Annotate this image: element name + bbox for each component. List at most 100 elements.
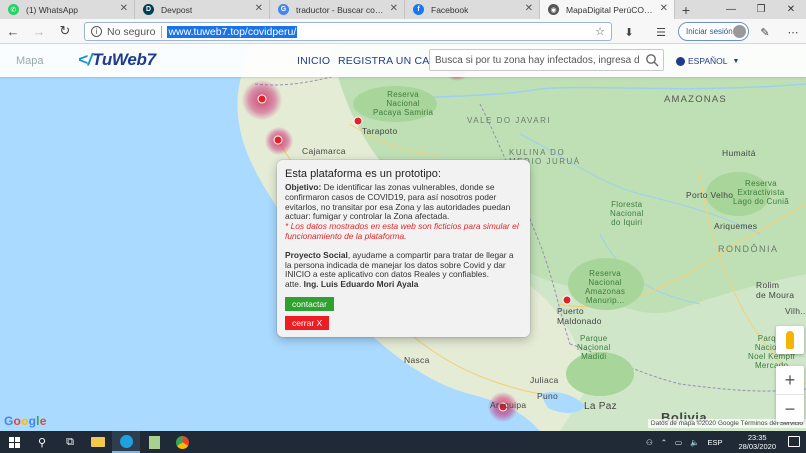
browser-toolbar: ← → ↻ i No seguro www.tuweb7.top/covidpe… <box>0 19 806 44</box>
map-label: Parque Nacional Madidi <box>577 334 611 361</box>
address-bar[interactable]: i No seguro www.tuweb7.top/covidperu/ ☆ <box>84 22 612 41</box>
new-tab-button[interactable]: + <box>675 0 697 19</box>
separator <box>161 25 163 38</box>
tab-mapadigital[interactable]: ◉ MapaDigital PerúCOVID19 ✕ <box>540 0 675 19</box>
map-label: Floresta Nacional do Iquiri <box>610 200 644 227</box>
keyboard-language[interactable]: ESP <box>707 438 722 447</box>
tab-whatsapp[interactable]: ✆ (1) WhatsApp ✕ <box>0 0 135 19</box>
logo-name: TuWeb7 <box>92 50 156 69</box>
people-icon[interactable]: ⚇ <box>646 438 653 447</box>
windows-taskbar: ⚲ ⧉ ⚇ ⌃ ▭ 🔈 ESP 23:35 28/03/2020 <box>0 431 806 453</box>
url-text[interactable]: www.tuweb7.top/covidperu/ <box>167 25 298 38</box>
task-view-icon[interactable]: ⧉ <box>56 431 84 453</box>
case-marker[interactable] <box>353 116 363 126</box>
map-label: Juliaca <box>530 375 559 385</box>
favorite-star-icon[interactable]: ☆ <box>595 25 605 38</box>
search-icon[interactable] <box>645 53 659 67</box>
signin-button[interactable]: Iniciar sesión <box>678 22 749 41</box>
tab-label: traductor - Buscar con Google <box>296 4 384 15</box>
chrome-icon[interactable] <box>168 431 196 453</box>
language-selector[interactable]: ESPAÑOL ▼ <box>676 56 739 66</box>
zoom-in-button[interactable]: + <box>776 366 804 394</box>
language-label: ESPAÑOL <box>688 56 728 66</box>
street-view-pegman-icon[interactable] <box>776 326 804 354</box>
forward-arrow-icon[interactable]: → <box>26 19 52 44</box>
zoom-control: + − <box>776 366 804 422</box>
back-arrow-icon[interactable]: ← <box>0 19 26 44</box>
map-label: AMAZONAS <box>664 94 727 105</box>
close-icon[interactable]: ✕ <box>255 3 263 14</box>
spreadsheet-icon[interactable] <box>140 431 168 453</box>
tab-facebook[interactable]: f Facebook ✕ <box>405 0 540 19</box>
volume-icon[interactable]: 🔈 <box>690 438 699 447</box>
map-label: Puerto Maldonado <box>557 306 602 326</box>
start-button[interactable] <box>0 431 28 453</box>
close-icon[interactable]: ✕ <box>525 3 533 14</box>
feedback-icon[interactable]: ✎ <box>756 23 774 41</box>
objective-label: Objetivo: <box>285 182 322 192</box>
system-tray: ⚇ ⌃ ▭ 🔈 ESP 23:35 28/03/2020 <box>638 431 776 453</box>
maximize-icon[interactable]: ❐ <box>746 0 776 19</box>
edge-browser-icon[interactable] <box>112 431 140 453</box>
map-type-tab[interactable]: Mapa <box>16 55 44 67</box>
contact-button[interactable]: contactar <box>285 296 334 311</box>
avatar <box>733 25 746 38</box>
window-controls: — ❐ ✕ <box>716 0 806 19</box>
modal-title: Esta plataforma es un prototipo: <box>285 168 441 180</box>
map-label: Nasca <box>404 355 430 365</box>
logo-slash: </ <box>78 50 93 69</box>
network-icon[interactable]: ▭ <box>675 438 682 447</box>
modal-signature: atte. Ing. Luis Eduardo Mori Ayala <box>285 279 522 290</box>
case-marker[interactable] <box>257 94 267 104</box>
refresh-icon[interactable]: ↻ <box>52 19 78 44</box>
tab-devpost[interactable]: D Devpost ✕ <box>135 0 270 19</box>
map-label: Tarapoto <box>362 126 398 136</box>
info-icon[interactable]: i <box>91 26 102 37</box>
zoom-out-button[interactable]: − <box>776 394 804 422</box>
tab-google-search[interactable]: G traductor - Buscar con Google ✕ <box>270 0 405 19</box>
map-label: Arequipa <box>490 400 527 410</box>
signin-label: Iniciar sesión <box>686 27 733 36</box>
map-label: Reserva Nacional Pacaya Samiria <box>373 90 434 117</box>
map-label: RONDÔNIA <box>718 244 779 254</box>
favorites-list-icon[interactable]: ☰ <box>652 23 670 41</box>
close-icon[interactable]: ✕ <box>660 3 668 14</box>
tab-label: Devpost <box>161 4 193 15</box>
nav-inicio[interactable]: INICIO <box>297 55 330 67</box>
map-label: Humaitá <box>722 148 756 158</box>
signature-name: Ing. Luis Eduardo Mori Ayala <box>303 279 419 290</box>
close-icon[interactable]: ✕ <box>390 3 398 14</box>
more-menu-icon[interactable]: ⋯ <box>784 23 802 41</box>
minimize-icon[interactable]: — <box>716 0 746 19</box>
download-icon[interactable]: ⬇ <box>620 23 638 41</box>
google-icon: G <box>278 4 289 15</box>
close-modal-button[interactable]: cerrar X <box>285 315 330 330</box>
tab-label: Facebook <box>431 4 469 15</box>
site-logo[interactable]: </TuWeb7 <box>78 50 156 70</box>
file-explorer-icon[interactable] <box>84 431 112 453</box>
map-label: VALE DO JAVARI <box>467 116 552 125</box>
modal-warning: * Los datos mostrados en esta web son fi… <box>285 221 519 241</box>
notification-center-icon[interactable] <box>788 436 800 447</box>
map-label: Reserva Nacional Amazonas Manurip... <box>585 269 626 305</box>
whatsapp-icon: ✆ <box>8 4 19 15</box>
tab-label: MapaDigital PerúCOVID19 <box>566 4 654 15</box>
close-icon[interactable]: ✕ <box>120 3 128 14</box>
chevron-up-icon[interactable]: ⌃ <box>661 438 667 447</box>
address-search-box <box>429 49 664 71</box>
map-pin-icon: ◉ <box>548 4 559 15</box>
devpost-icon: D <box>143 4 154 15</box>
browser-tab-strip: ✆ (1) WhatsApp ✕ D Devpost ✕ G traductor… <box>0 0 806 19</box>
case-marker[interactable] <box>562 295 572 305</box>
map-label: Vilh... <box>785 306 806 316</box>
map-label: Reserva Extractivista Lago do Cuniã <box>733 179 789 206</box>
address-search-input[interactable] <box>430 50 640 70</box>
close-window-icon[interactable]: ✕ <box>776 0 806 19</box>
search-icon[interactable]: ⚲ <box>28 431 56 453</box>
clock-time: 23:35 <box>747 433 767 442</box>
case-marker[interactable] <box>273 135 283 145</box>
chevron-down-icon: ▼ <box>732 57 740 65</box>
clock[interactable]: 23:35 28/03/2020 <box>730 433 776 451</box>
social-label: Proyecto Social <box>285 249 348 260</box>
map-label: La Paz <box>584 401 617 412</box>
